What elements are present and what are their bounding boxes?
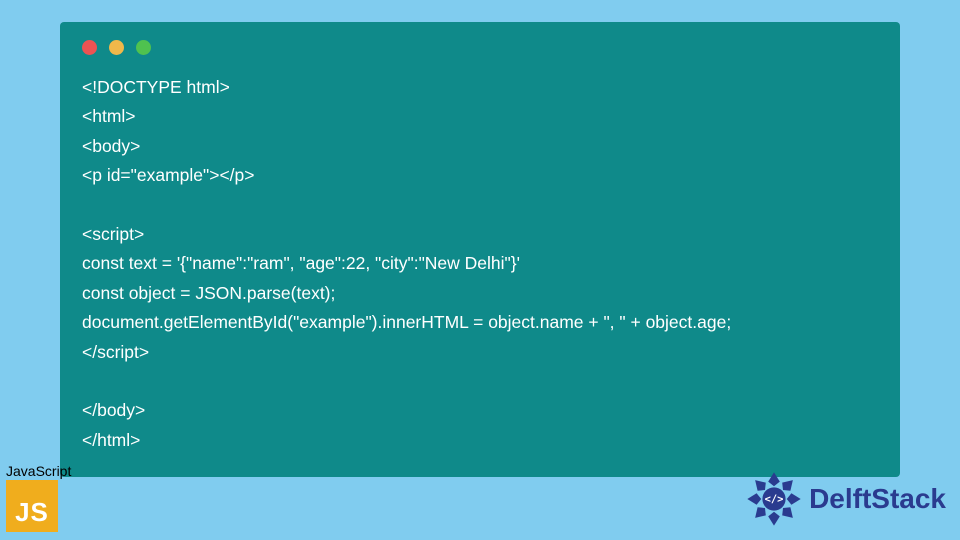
svg-text:</>: </> [765, 493, 784, 505]
minimize-icon [109, 40, 124, 55]
code-window: <!DOCTYPE html> <html> <body> <p id="exa… [60, 22, 900, 477]
brand-logo-block: </> DelftStack [745, 470, 946, 528]
javascript-icon: JS [6, 480, 58, 532]
brand-name: DelftStack [809, 483, 946, 515]
language-label: JavaScript [6, 463, 71, 479]
window-titlebar [82, 40, 878, 55]
language-short: JS [15, 497, 49, 528]
close-icon [82, 40, 97, 55]
delftstack-icon: </> [745, 470, 803, 528]
code-content: <!DOCTYPE html> <html> <body> <p id="exa… [82, 73, 878, 455]
footer: JavaScript JS </> DelftStac [0, 460, 960, 532]
javascript-badge: JavaScript JS [6, 463, 71, 532]
maximize-icon [136, 40, 151, 55]
